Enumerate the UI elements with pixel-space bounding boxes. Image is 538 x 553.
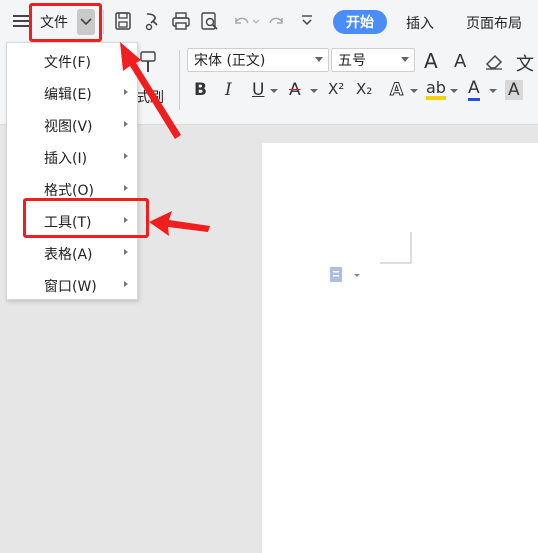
redo-icon[interactable] — [266, 12, 286, 30]
print-icon[interactable] — [171, 11, 191, 31]
menu-item-label: 插入(I) — [44, 151, 88, 167]
submenu-arrow-icon — [124, 153, 128, 159]
highlight-box-tools — [23, 198, 149, 238]
paste-options-icon[interactable] — [329, 266, 361, 284]
undo-icon[interactable] — [232, 12, 260, 30]
submenu-arrow-icon — [124, 281, 128, 287]
underline-button[interactable]: U — [252, 80, 264, 100]
eraser-icon[interactable] — [483, 51, 505, 71]
strikethrough-button[interactable]: A — [289, 80, 301, 100]
hamburger-menu-icon[interactable] — [12, 13, 30, 29]
font-size-select[interactable]: 五号 — [331, 48, 415, 72]
format-painter-label[interactable]: 式刷 — [136, 87, 164, 107]
menu-item-view[interactable]: 视图(V) — [7, 109, 137, 141]
tab-start[interactable]: 开始 — [333, 10, 387, 34]
print-preview-icon[interactable] — [200, 11, 220, 31]
highlight-button[interactable]: ab — [426, 80, 446, 100]
chevron-down-icon — [315, 57, 323, 62]
menu-item-edit[interactable]: 编辑(E) — [7, 77, 137, 109]
ribbon-divider — [179, 50, 180, 110]
highlight-box-file-menu — [29, 3, 102, 42]
font-color-button[interactable]: A — [468, 80, 480, 101]
margin-corner-mark — [380, 232, 412, 264]
chevron-down-icon[interactable] — [450, 89, 458, 95]
submenu-arrow-icon — [124, 89, 128, 95]
menu-item-window[interactable]: 窗口(W) — [7, 269, 137, 301]
submenu-arrow-icon — [124, 121, 128, 127]
menu-item-label: 视图(V) — [44, 119, 93, 135]
save-icon[interactable] — [114, 11, 132, 31]
text-effect-button[interactable]: A — [389, 80, 403, 101]
menu-item-insert[interactable]: 插入(I) — [7, 141, 137, 173]
customize-toolbar-icon[interactable] — [300, 13, 314, 29]
chevron-down-icon[interactable] — [489, 89, 497, 95]
format-paint-icon[interactable] — [143, 11, 163, 31]
subscript-button[interactable]: X₂ — [356, 80, 372, 98]
superscript-button[interactable]: X² — [328, 80, 344, 98]
chevron-down-icon[interactable] — [410, 89, 418, 95]
menu-item-label: 文件(F) — [44, 55, 91, 71]
menu-item-label: 表格(A) — [44, 247, 93, 263]
menu-item-label: 格式(O) — [44, 183, 94, 199]
font-size-value: 五号 — [338, 53, 366, 69]
document-page[interactable] — [262, 143, 538, 553]
bold-button[interactable]: B — [194, 80, 207, 100]
tab-page-layout[interactable]: 页面布局 — [466, 13, 522, 33]
chevron-down-icon[interactable] — [270, 89, 278, 95]
font-name-select[interactable]: 宋体 (正文) — [187, 48, 329, 72]
italic-button[interactable]: I — [225, 80, 232, 100]
pinyin-guide-button[interactable]: 文 — [516, 50, 534, 76]
file-dropdown-menu: 文件(F) 编辑(E) 视图(V) 插入(I) 格式(O) 工具(T) 表格(A… — [6, 42, 138, 300]
tab-insert[interactable]: 插入 — [406, 13, 434, 33]
submenu-arrow-icon — [124, 185, 128, 191]
menu-item-label: 窗口(W) — [44, 279, 97, 295]
menu-item-table[interactable]: 表格(A) — [7, 237, 137, 269]
chevron-down-icon — [401, 57, 409, 62]
grow-font-button[interactable]: A — [424, 49, 438, 73]
menu-item-file[interactable]: 文件(F) — [7, 45, 137, 77]
char-shading-button[interactable]: A — [505, 80, 523, 100]
shrink-font-button[interactable]: A — [454, 51, 466, 72]
submenu-arrow-icon — [124, 249, 128, 255]
toolbar-divider — [103, 10, 104, 34]
format-painter-icon[interactable] — [138, 50, 160, 78]
chevron-down-icon[interactable] — [310, 89, 318, 95]
arrow-to-tools-icon — [149, 211, 210, 236]
font-name-value: 宋体 (正文) — [194, 53, 266, 69]
menu-item-label: 编辑(E) — [44, 87, 92, 103]
